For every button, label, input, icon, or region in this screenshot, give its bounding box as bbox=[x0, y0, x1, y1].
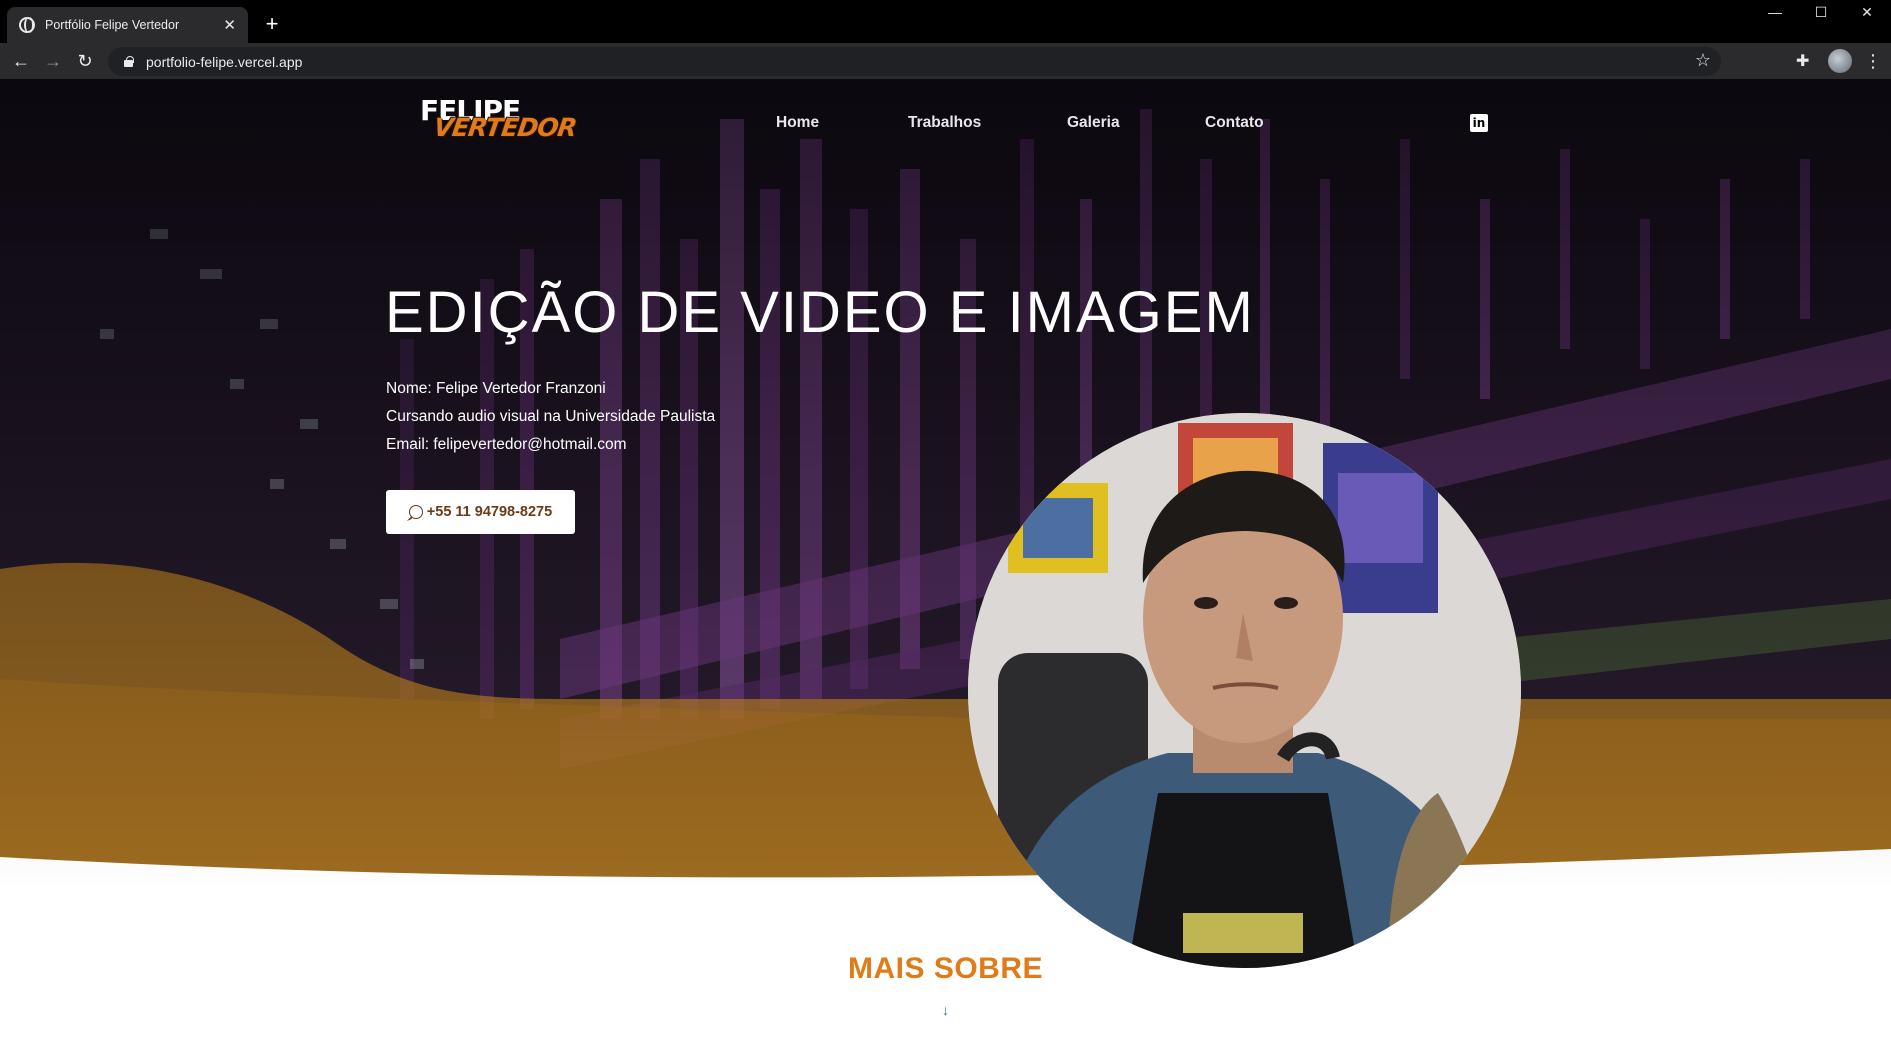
nav-galeria[interactable]: Galeria bbox=[1067, 114, 1120, 132]
site-logo[interactable]: FELIPE VERTEDOR bbox=[420, 97, 578, 143]
linkedin-icon[interactable]: in bbox=[1470, 114, 1488, 132]
whatsapp-icon bbox=[408, 505, 423, 519]
tab-close-icon[interactable]: ✕ bbox=[223, 18, 236, 33]
linkedin-glyph: in bbox=[1472, 116, 1486, 130]
whatsapp-phone-button[interactable]: +55 11 94798-8275 bbox=[386, 490, 575, 534]
reload-icon[interactable]: ↻ bbox=[74, 50, 96, 72]
profile-avatar[interactable] bbox=[1828, 49, 1852, 73]
hero-overlay bbox=[0, 79, 1891, 889]
phone-number-label: +55 11 94798-8275 bbox=[426, 504, 553, 520]
back-arrow-icon[interactable]: ← bbox=[10, 50, 32, 72]
logo-line-2: VERTEDOR bbox=[431, 113, 578, 142]
url-text: portfolio-felipe.vercel.app bbox=[146, 53, 303, 70]
scroll-down-arrow-icon[interactable]: ↓ bbox=[0, 1002, 1891, 1018]
browser-tab-active[interactable]: Portfólio Felipe Vertedor ✕ bbox=[7, 7, 248, 43]
bookmark-star-icon[interactable]: ☆ bbox=[1695, 50, 1711, 71]
hero-course-line: Cursando audio visual na Universidade Pa… bbox=[386, 408, 716, 425]
hero-section: FELIPE VERTEDOR Home Trabalhos Galeria C… bbox=[0, 79, 1891, 889]
close-window-button[interactable]: ✕ bbox=[1844, 4, 1890, 21]
new-tab-button[interactable]: + bbox=[260, 12, 284, 36]
profile-photo bbox=[968, 413, 1521, 968]
nav-home[interactable]: Home bbox=[776, 114, 819, 132]
page-viewport: FELIPE VERTEDOR Home Trabalhos Galeria C… bbox=[0, 79, 1891, 1037]
maximize-button[interactable]: ☐ bbox=[1798, 4, 1844, 21]
nav-contato[interactable]: Contato bbox=[1205, 114, 1264, 132]
minimize-button[interactable]: — bbox=[1752, 4, 1798, 20]
hero-email-line: Email: felipevertedor@hotmail.com bbox=[386, 436, 627, 453]
globe-icon bbox=[19, 17, 35, 33]
browser-tab-strip: Portfólio Felipe Vertedor ✕ + — ☐ ✕ bbox=[0, 0, 1891, 43]
profile-photo-image bbox=[968, 413, 1521, 968]
section-title-mais-sobre: MAIS SOBRE bbox=[847, 952, 1044, 985]
address-bar[interactable]: portfolio-felipe.vercel.app ☆ bbox=[108, 47, 1721, 76]
hero-name-line: Nome: Felipe Vertedor Franzoni bbox=[386, 380, 606, 397]
hero-headline: EDIÇÃO DE VIDEO E IMAGEM bbox=[385, 280, 1255, 345]
extensions-puzzle-icon[interactable]: ✚ bbox=[1796, 51, 1809, 71]
lock-icon bbox=[124, 56, 134, 67]
forward-arrow-icon[interactable]: → bbox=[42, 50, 64, 72]
browser-menu-icon[interactable]: ⋮ bbox=[1864, 49, 1882, 73]
browser-toolbar: ← → ↻ portfolio-felipe.vercel.app ☆ ✚ ⋮ bbox=[0, 43, 1891, 79]
nav-trabalhos[interactable]: Trabalhos bbox=[908, 114, 981, 132]
tab-title: Portfólio Felipe Vertedor bbox=[45, 18, 180, 32]
